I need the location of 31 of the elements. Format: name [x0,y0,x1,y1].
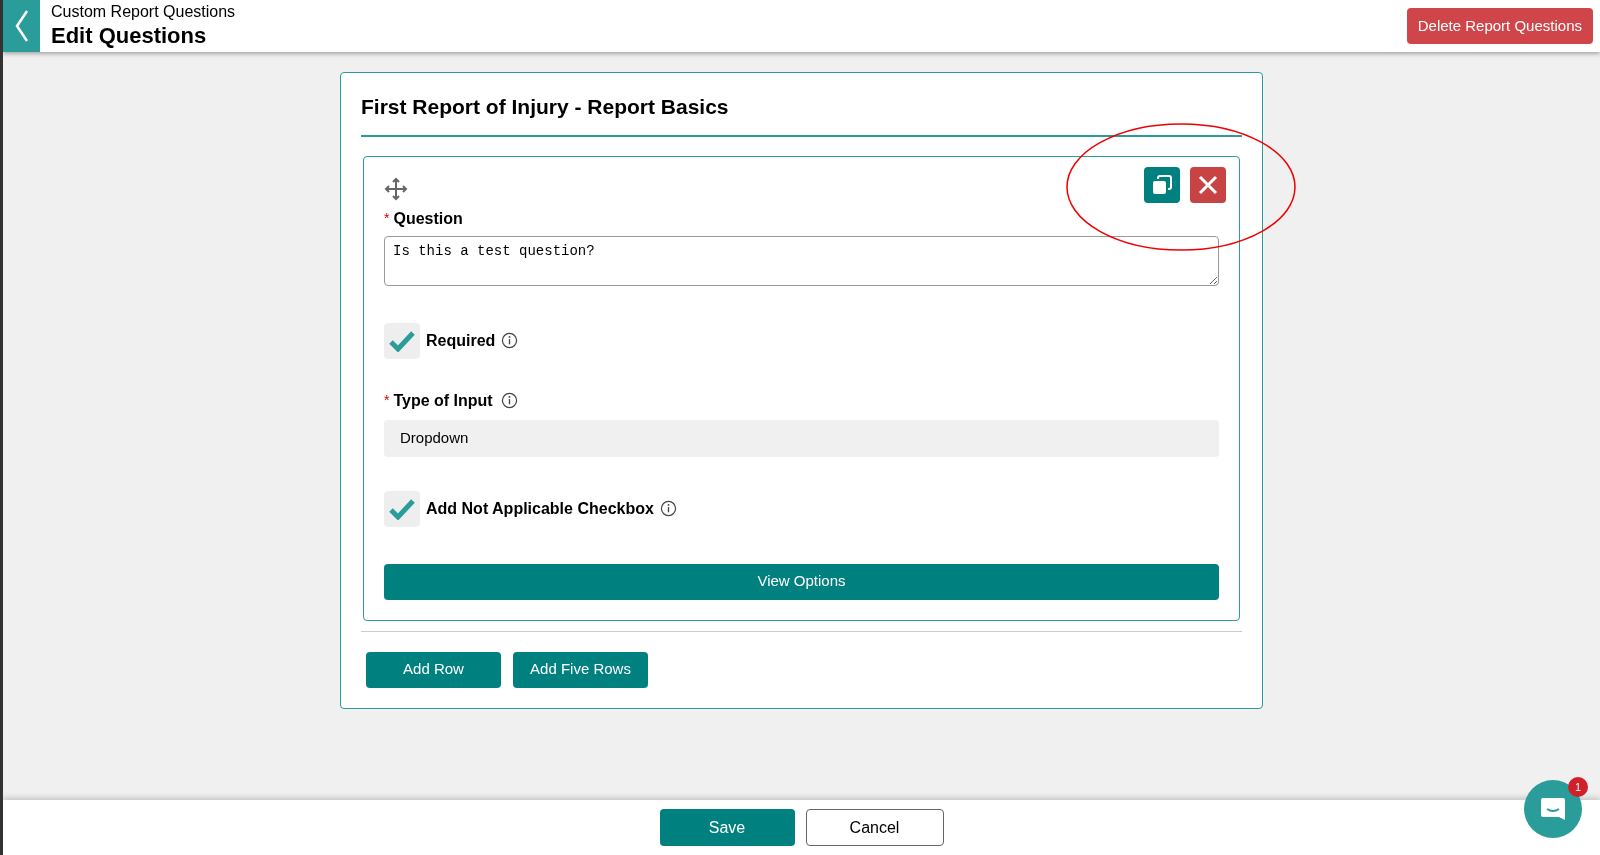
back-button[interactable] [3,0,40,52]
duplicate-button[interactable] [1144,167,1180,203]
question-label: Question [393,208,463,229]
required-label: Required [426,330,496,351]
info-icon[interactable] [500,392,518,409]
info-icon[interactable] [501,332,519,349]
cancel-button[interactable]: Cancel [805,809,944,846]
notification-badge: 1 [1568,777,1588,797]
add-row-button[interactable]: Add Row [366,651,501,688]
close-button[interactable] [1190,167,1226,203]
delete-button[interactable]: Delete Report Questions [1406,8,1593,44]
not-applicable-label: Add Not Applicable Checkbox [426,498,654,519]
breadcrumb: Custom Report Questions [51,2,236,23]
checkbox[interactable] [384,322,420,359]
close-icon [1197,174,1219,196]
chat-icon [1539,795,1567,823]
info-icon[interactable] [659,500,677,517]
question-field[interactable]: Is this a test question? [384,235,1219,286]
input-type-select[interactable]: Dropdown [384,419,1219,457]
required-mark: * [384,209,390,228]
section-title: First Report of Injury - Report Basics [361,91,1242,137]
move-icon[interactable] [384,176,408,201]
save-button[interactable]: Save [659,809,795,846]
required-mark: * [384,391,390,410]
back-icon [13,9,30,43]
checkbox[interactable] [384,490,420,527]
page-title: Edit Questions [51,22,208,50]
duplicate-icon [1151,174,1173,196]
view-options-button[interactable]: View Options [384,563,1219,600]
input-type-label: Type of Input [393,390,493,411]
add-row-button[interactable]: Add Five Rows [513,651,648,688]
